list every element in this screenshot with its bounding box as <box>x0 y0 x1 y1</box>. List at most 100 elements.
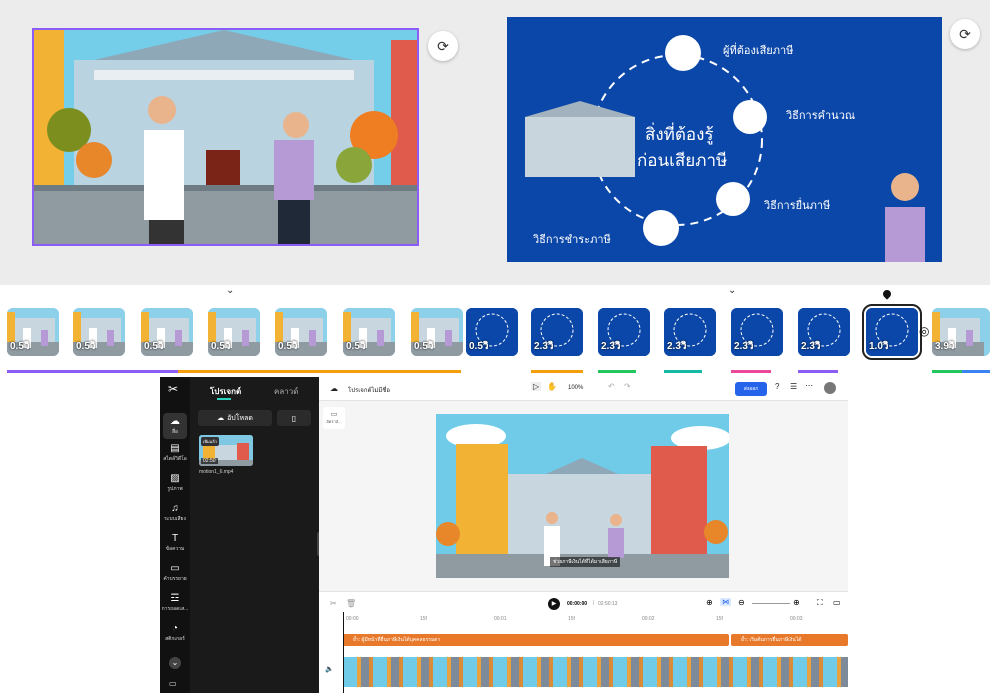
playhead[interactable] <box>343 612 344 693</box>
storage-icon[interactable]: ☰ <box>790 382 797 391</box>
scene-group-bar <box>531 370 583 373</box>
scene-group-bar <box>664 370 702 373</box>
scene-thumbnail[interactable]: 0.5วิ <box>275 308 327 356</box>
chevron-down-icon[interactable]: ⌄ <box>728 285 736 296</box>
help-icon[interactable]: ? <box>775 382 779 391</box>
ruler-tick: 00:00 <box>346 616 359 622</box>
nav-item[interactable]: ☁ สื่อ <box>163 413 187 439</box>
current-scene-marker <box>881 288 893 300</box>
scene-thumbnail[interactable]: 0.5วิ <box>208 308 260 356</box>
media-panel: โปรเจกต์ คลาวด์ ☁ อัปโหลด ▯ เพิ่มแล้ว 02:… <box>190 377 319 693</box>
ruler-tick: 15f <box>716 616 723 622</box>
cloud-save-icon: ☁ <box>330 384 338 393</box>
text-clip-2[interactable]: ย้ำ: เริ่มต้นการยื่นภาษีเงินได้ <box>731 634 848 646</box>
scene-group-bar <box>962 370 990 373</box>
scene-duration: 2.3วิ <box>601 341 621 352</box>
scene-duration: 0.5วิ <box>278 341 298 352</box>
nav-item[interactable]: ♫ ระบบเสียง <box>160 503 190 523</box>
scene-target-icon[interactable]: ◎ <box>919 324 929 338</box>
scene-thumbnail[interactable]: 1.0วิ <box>862 304 922 360</box>
scene-thumbnail[interactable]: 0.5วิ <box>141 308 193 356</box>
slide-2-item-top: ผู้ที่ต้องเสียภาษี <box>723 45 794 57</box>
scene-thumbnail[interactable]: 0.5วิ <box>411 308 463 356</box>
scene-thumbnail[interactable]: 2.3วิ <box>731 308 783 356</box>
scene-duration: 2.3วิ <box>667 341 687 352</box>
nav-label: รูปภาพ <box>167 486 183 492</box>
nav-item[interactable]: ▭ คำบรรยาย <box>160 563 190 583</box>
slide-1-preview[interactable] <box>32 28 419 246</box>
scene-duration: 0.5วิ <box>469 341 489 352</box>
project-title[interactable]: โปรเจกต์ไม่มีชื่อ <box>348 385 390 395</box>
upload-button[interactable]: ☁ อัปโหลด <box>198 410 272 426</box>
more-chevron-button[interactable]: ⌄ <box>169 657 181 669</box>
media-filename: motion1_6.mp4 <box>199 469 234 475</box>
nav-item[interactable]: ◔ สติกเกอร์ <box>160 623 190 643</box>
nav-item[interactable]: ☲ การถอดเส... <box>160 593 190 613</box>
phone-upload-button[interactable]: ▯ <box>277 410 311 426</box>
scene-thumbnail[interactable]: 3.9วิ <box>932 308 990 356</box>
slide-2-refresh-button[interactable]: ⟳ <box>950 19 980 49</box>
export-button[interactable]: ส่งออก <box>735 382 767 396</box>
scene-thumbnail[interactable]: 2.3วิ <box>598 308 650 356</box>
scene-thumbnail[interactable]: 2.3วิ <box>798 308 850 356</box>
nav-label: ข้อความ <box>165 546 185 552</box>
chevron-down-icon[interactable]: ⌄ <box>226 285 234 296</box>
nav-item[interactable]: ▤ สไตล์วิดีโอ <box>160 443 190 463</box>
slide-2-title-line-2: ก่อนเสียภาษี <box>637 151 728 170</box>
pointer-tool-icon[interactable]: ▷ <box>531 382 542 391</box>
nav-item[interactable]: ▨ รูปภาพ <box>160 473 190 493</box>
subtitle-overlay[interactable]: ช่วยภาษีเงินได้ที่ได้มาเสียภาษี <box>550 557 621 567</box>
mute-icon[interactable]: 🔈 <box>325 665 334 673</box>
nav-item[interactable]: T ข้อความ <box>160 533 190 553</box>
avatar[interactable] <box>824 382 836 394</box>
scene-thumbnail[interactable]: 0.5วิ <box>466 308 518 356</box>
scene-thumbnail[interactable]: 2.3วิ <box>664 308 716 356</box>
slide-1-illustration <box>34 30 417 244</box>
zoom-slider[interactable] <box>752 603 790 604</box>
scene-thumbnail[interactable]: 0.5วิ <box>7 308 59 356</box>
media-icon: ☁ <box>170 416 180 427</box>
nav-label: ระบบเสียง <box>164 516 186 522</box>
keyboard-icon[interactable]: ▭ <box>169 679 177 688</box>
scene-thumbnail[interactable]: 0.5วิ <box>73 308 125 356</box>
refresh-ai-icon: ⟳ <box>437 37 449 54</box>
image-icon: ▨ <box>170 473 180 484</box>
ruler-tick: 15f <box>568 616 575 622</box>
scene-thumbnail[interactable]: 2.3วิ <box>531 308 583 356</box>
scene-duration: 1.0วิ <box>869 341 889 352</box>
scene-group-bar <box>932 370 962 373</box>
undo-icon[interactable]: ↶ <box>608 382 615 391</box>
ruler-tick: 00:03 <box>790 616 803 622</box>
media-item[interactable]: เพิ่มแล้ว 02:50 <box>199 435 253 466</box>
video-editor-window: ✂ ☁ สื่อ ▤ สไตล์วิดีโอ ▨ รูปภาพ ♫ ระบบเสียง T ข้อ… <box>160 377 848 693</box>
split-icon[interactable]: ✂ <box>330 599 337 608</box>
app-logo: ✂ <box>168 382 179 396</box>
top-toolbar: ☁ โปรเจกต์ไม่มีชื่อ ▷ ✋ 100% ↶ ↷ ส่งออก … <box>319 377 848 401</box>
redo-icon[interactable]: ↷ <box>624 382 631 391</box>
scene-duration: 0.5วิ <box>144 341 164 352</box>
scene-group-bar <box>178 370 461 373</box>
video-preview[interactable]: ช่วยภาษีเงินได้ที่ได้มาเสียภาษี <box>436 414 729 578</box>
video-clip[interactable] <box>343 657 848 687</box>
tab-cloud[interactable]: คลาวด์ <box>274 385 298 398</box>
scene-duration: 2.3วิ <box>734 341 754 352</box>
audio-icon: ♫ <box>171 503 179 514</box>
ruler-tick: 00:02 <box>642 616 655 622</box>
text-clip-1[interactable]: ย้ำ: ผู้มีหน้าที่ยื่นภาษีเงินได้บุคคลธรร… <box>343 634 729 646</box>
hand-tool-icon[interactable]: ✋ <box>547 382 557 391</box>
more-icon[interactable]: ⋯ <box>805 381 813 390</box>
added-tag: เพิ่มแล้ว <box>201 437 219 446</box>
video-style-icon: ▤ <box>170 443 180 454</box>
tab-project[interactable]: โปรเจกต์ <box>210 385 241 398</box>
nav-label: สื่อ <box>171 429 179 435</box>
snap-icon[interactable]: ⋈ <box>720 598 731 606</box>
zoom-level[interactable]: 100% <box>568 385 583 391</box>
preview-frame <box>436 414 729 578</box>
slide-1-refresh-button[interactable]: ⟳ <box>428 31 458 61</box>
nav-label: สติกเกอร์ <box>165 636 185 642</box>
scene-thumbnail[interactable]: 0.5วิ <box>343 308 395 356</box>
scene-duration: 0.5วิ <box>76 341 96 352</box>
ruler-tick: 00:01 <box>494 616 507 622</box>
aspect-ratio-button[interactable]: ▭ อัตราส่... <box>323 407 345 429</box>
slide-2-preview[interactable]: สิ่งที่ต้องรู้ ก่อนเสียภาษี ผู้ที่ต้องเส… <box>507 17 942 262</box>
